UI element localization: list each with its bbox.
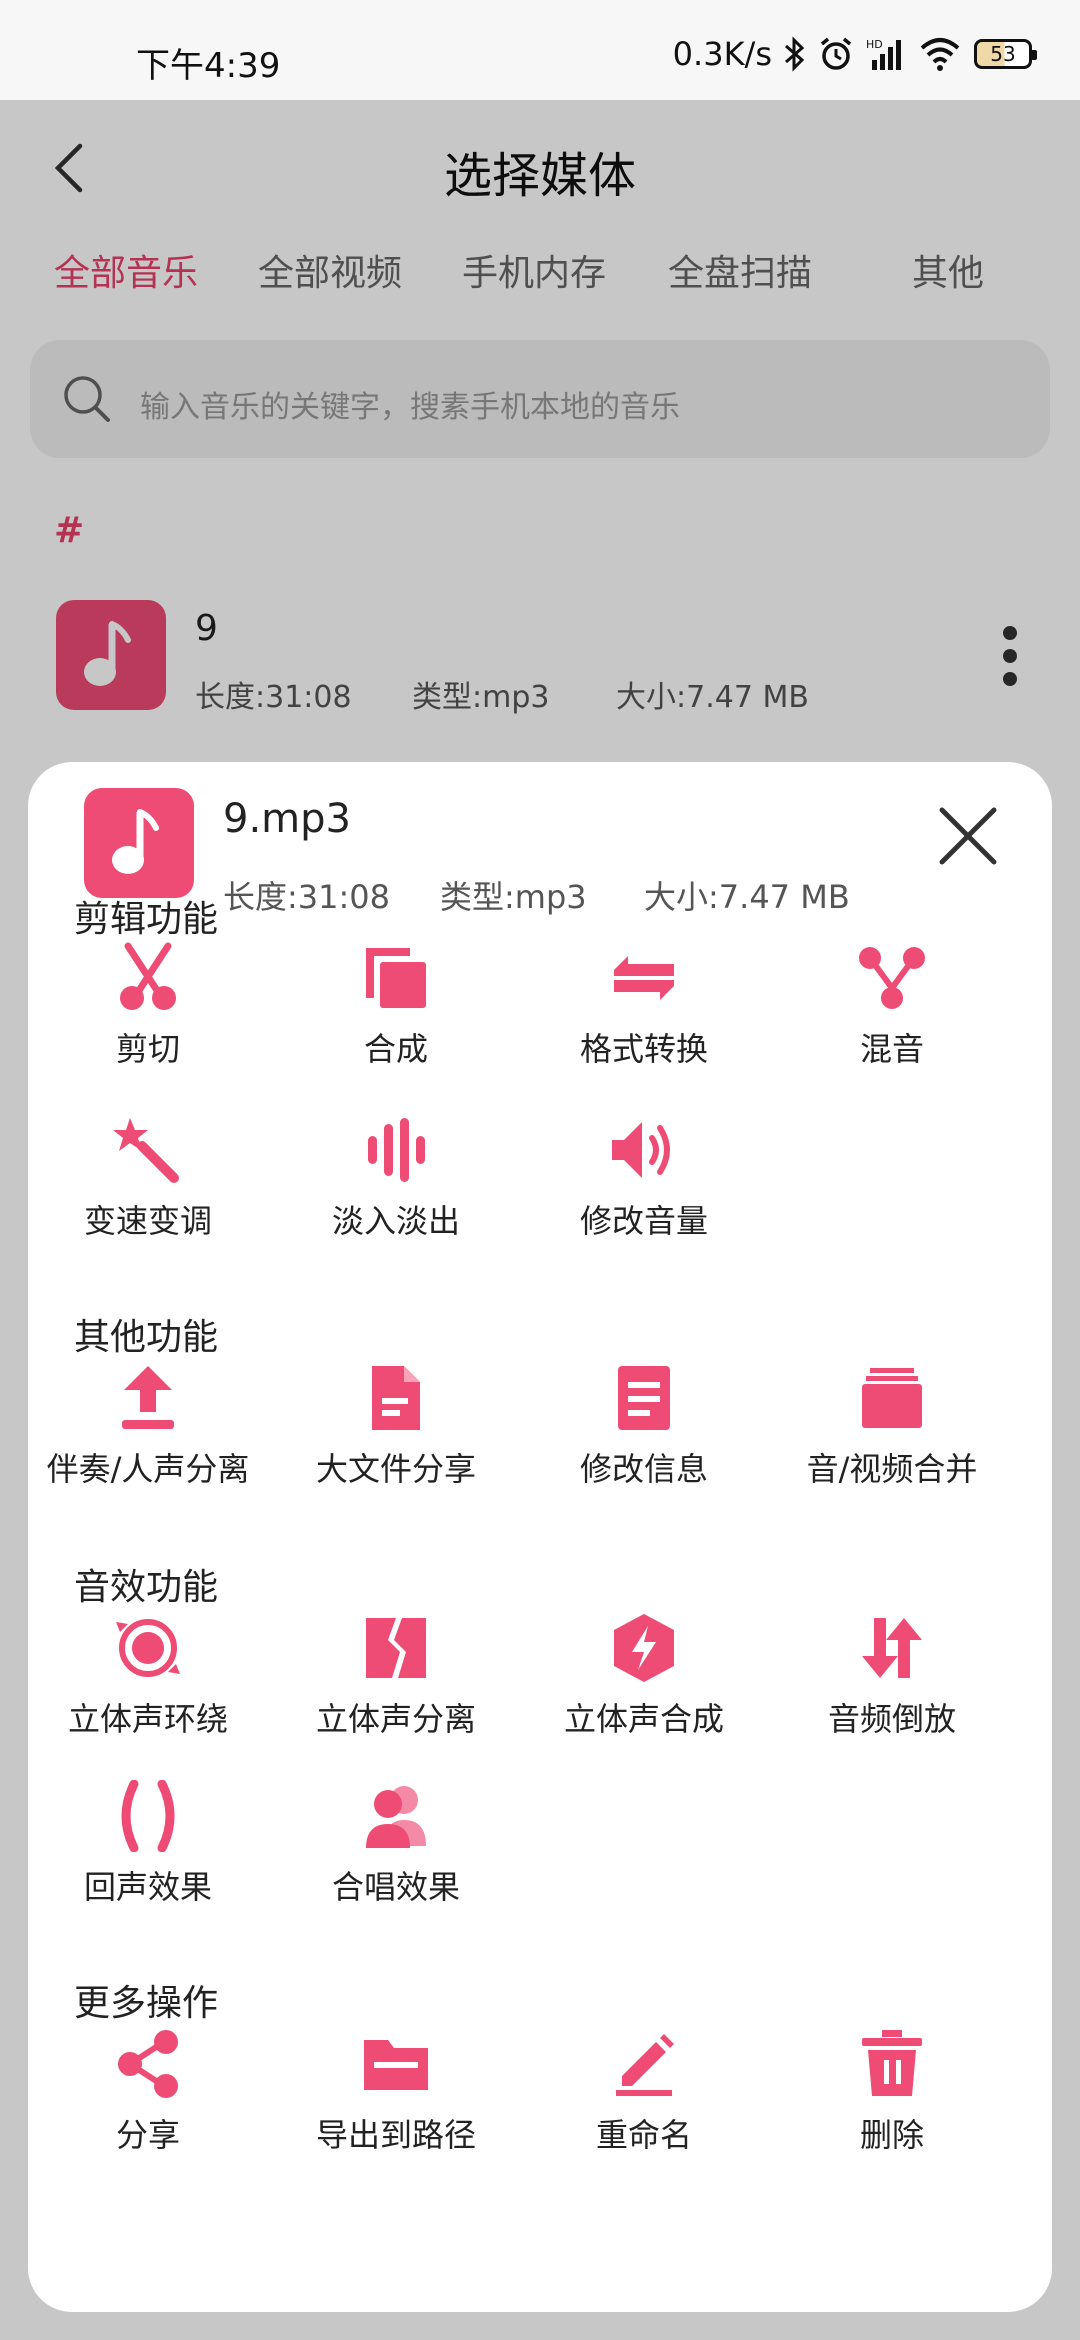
- action-label: 分享: [115, 2116, 180, 2154]
- action-label: 删除: [859, 2116, 924, 2154]
- signal-icon: HD: [866, 36, 906, 72]
- parentheses-icon: [112, 1779, 184, 1853]
- action-reverse[interactable]: 音频倒放: [772, 1612, 1012, 1752]
- action-export-path[interactable]: 导出到路径: [276, 2028, 516, 2168]
- status-bar: 下午4:39 0.3K/s HD 53: [0, 0, 1080, 100]
- action-label: 立体声环绕: [67, 1700, 228, 1738]
- action-label: 修改信息: [579, 1450, 708, 1488]
- convert-icon: [608, 942, 680, 1014]
- sheet-filename: 9.mp3: [223, 796, 351, 842]
- action-label: 音频倒放: [827, 1700, 956, 1738]
- magic-wand-icon: [112, 1114, 184, 1186]
- action-stereo-split[interactable]: 立体声分离: [276, 1612, 516, 1752]
- action-large-file-share[interactable]: 大文件分享: [276, 1362, 516, 1502]
- action-label: 回声效果: [83, 1868, 212, 1906]
- sheet-type: 类型:mp3: [440, 878, 587, 916]
- action-label: 合成: [363, 1030, 428, 1068]
- group-title-other: 其他功能: [74, 1317, 219, 1358]
- alarm-icon: [818, 36, 854, 72]
- status-time: 下午4:39: [136, 46, 281, 86]
- scissors-icon: [112, 942, 184, 1014]
- action-mix[interactable]: 混音: [772, 942, 1012, 1082]
- action-label: 重命名: [595, 2116, 692, 2154]
- action-label: 立体声分离: [315, 1700, 476, 1738]
- edit-icon: [608, 2028, 680, 2100]
- action-merge[interactable]: 合成: [276, 942, 516, 1082]
- action-sheet: 9.mp3 长度:31:08 类型:mp3 大小:7.47 MB 剪辑功能 剪切…: [28, 762, 1052, 2312]
- action-label: 伴奏/人声分离: [46, 1450, 250, 1488]
- action-stereo-combine[interactable]: 立体声合成: [524, 1612, 764, 1752]
- svg-text:HD: HD: [866, 38, 883, 51]
- folder-icon: [360, 2028, 432, 2100]
- bluetooth-icon: [784, 36, 806, 72]
- users-icon: [360, 1780, 432, 1852]
- volume-icon: [608, 1114, 680, 1186]
- network-speed: 0.3K/s: [672, 35, 772, 73]
- group-title-effects: 音效功能: [74, 1567, 219, 1608]
- action-echo[interactable]: 回声效果: [28, 1779, 268, 1920]
- action-cut[interactable]: 剪切: [28, 942, 268, 1082]
- waveform-icon: [360, 1114, 432, 1186]
- action-speed-pitch[interactable]: 变速变调: [28, 1114, 268, 1254]
- action-label: 剪切: [115, 1030, 180, 1068]
- action-av-merge[interactable]: 音/视频合并: [772, 1362, 1012, 1502]
- action-label: 修改音量: [579, 1202, 708, 1240]
- action-label: 淡入淡出: [331, 1202, 460, 1240]
- action-label: 导出到路径: [315, 2116, 476, 2154]
- action-convert[interactable]: 格式转换: [524, 942, 764, 1082]
- stack-icon: [856, 1362, 928, 1434]
- group-title-more: 更多操作: [74, 1983, 219, 2024]
- sheet-duration: 长度:31:08: [223, 878, 391, 916]
- action-vocal-separation[interactable]: 伴奏/人声分离: [28, 1362, 268, 1502]
- action-label: 混音: [859, 1030, 924, 1068]
- group-title-edit: 剪辑功能: [74, 899, 219, 940]
- surround-icon: [112, 1612, 184, 1684]
- action-rename[interactable]: 重命名: [524, 2028, 764, 2168]
- trash-icon: [856, 2028, 928, 2100]
- action-label: 合唱效果: [331, 1868, 460, 1906]
- action-stereo-surround[interactable]: 立体声环绕: [28, 1612, 268, 1752]
- action-volume[interactable]: 修改音量: [524, 1114, 764, 1254]
- action-share[interactable]: 分享: [28, 2028, 268, 2168]
- document-icon: [608, 1362, 680, 1434]
- sheet-size: 大小:7.47 MB: [644, 878, 850, 916]
- battery-indicator: 53: [974, 39, 1037, 69]
- upload-icon: [112, 1362, 184, 1434]
- action-label: 格式转换: [579, 1030, 708, 1068]
- action-fade[interactable]: 淡入淡出: [276, 1114, 516, 1254]
- reverse-arrows-icon: [856, 1612, 928, 1684]
- split-icon: [360, 1612, 432, 1684]
- action-chorus[interactable]: 合唱效果: [276, 1780, 516, 1920]
- action-label: 大文件分享: [315, 1450, 476, 1488]
- music-note-icon: [84, 788, 194, 898]
- mix-icon: [856, 942, 928, 1014]
- wifi-icon: [918, 36, 962, 72]
- action-delete[interactable]: 删除: [772, 2028, 1012, 2168]
- file-icon: [360, 1362, 432, 1434]
- action-label: 变速变调: [83, 1202, 212, 1240]
- bolt-hexagon-icon: [608, 1612, 680, 1684]
- status-icons: 0.3K/s HD 53: [672, 34, 1037, 74]
- close-icon[interactable]: [938, 806, 998, 866]
- action-edit-info[interactable]: 修改信息: [524, 1362, 764, 1502]
- action-label: 立体声合成: [563, 1700, 724, 1738]
- share-icon: [112, 2028, 184, 2100]
- merge-icon: [360, 942, 432, 1014]
- action-label: 音/视频合并: [806, 1450, 978, 1488]
